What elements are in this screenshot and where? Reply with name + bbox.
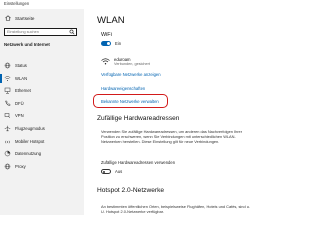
sidebar-item-data-usage[interactable]: Datennutzung	[0, 148, 84, 161]
home-icon	[5, 15, 11, 21]
sidebar-item-hotspot[interactable]: Mobiler Hotspot	[0, 136, 84, 149]
sidebar-item-proxy[interactable]: Proxy	[0, 161, 84, 174]
airplane-icon	[4, 125, 11, 132]
sidebar-item-status[interactable]: Status	[0, 60, 84, 73]
main-content: WLAN WiFi Ein eduroam Verbunden, gesiche…	[84, 9, 300, 215]
show-available-networks-link[interactable]: Verfügbare Netzwerke anzeigen	[101, 72, 161, 77]
vpn-icon	[4, 112, 11, 119]
sidebar: Startseite Netzwerk und Internet Status	[0, 9, 84, 215]
toggle-knob	[107, 42, 110, 45]
phone-icon	[4, 100, 11, 107]
network-status: Verbunden, gesichert	[114, 62, 150, 66]
search-input[interactable]	[5, 29, 69, 35]
search-box[interactable]	[4, 28, 77, 36]
random-hw-toggle-state: Aus	[115, 169, 123, 174]
random-hw-toggle[interactable]	[101, 169, 111, 174]
sidebar-item-wlan[interactable]: WLAN	[0, 73, 84, 86]
sidebar-nav: Status WLAN Ethernet DFÜ VPN Flugzeugmod…	[0, 60, 84, 173]
wifi-toggle[interactable]	[101, 41, 111, 46]
wifi-label: WiFi	[101, 32, 112, 38]
sidebar-item-label: Datennutzung	[15, 151, 42, 157]
globe-icon	[4, 163, 11, 170]
page-title: WLAN	[97, 15, 125, 26]
sidebar-section-title: Netzwerk und Internet	[4, 42, 50, 47]
sidebar-item-label: Ethernet	[15, 88, 31, 94]
sidebar-home[interactable]: Startseite	[0, 13, 84, 24]
wifi-signal-icon	[101, 58, 110, 65]
sidebar-item-label: Flugzeugmodus	[15, 125, 45, 131]
home-label: Startseite	[15, 16, 35, 21]
settings-window: Einstellungen Startseite Netzwerk und In…	[0, 0, 300, 215]
random-hw-title: Zufällige Hardwareadressen	[97, 115, 180, 122]
sidebar-item-label: DFÜ	[15, 100, 24, 106]
random-hw-description: Verwenden Sie zufällige Hardwareadressen…	[101, 129, 243, 145]
search-icon[interactable]	[69, 29, 75, 35]
sidebar-item-label: Proxy	[15, 163, 26, 169]
hotspot-description: An bestimmten öffentlichen Orten, beispi…	[101, 204, 250, 215]
sidebar-item-airplane[interactable]: Flugzeugmodus	[0, 123, 84, 136]
toggle-knob	[102, 170, 105, 173]
hotspot-title: Hotspot 2.0-Netzwerke	[97, 187, 165, 194]
wifi-icon	[4, 75, 11, 82]
random-hw-toggle-label: Zufällige Hardwareadressen verwenden	[101, 160, 176, 165]
hotspot-icon	[4, 138, 11, 145]
network-entry[interactable]: eduroam Verbunden, gesichert	[101, 57, 281, 71]
ethernet-icon	[4, 87, 11, 94]
manage-known-networks-link[interactable]: Bekannte Netzwerke verwalten	[101, 99, 159, 104]
sidebar-item-dfu[interactable]: DFÜ	[0, 98, 84, 111]
window-title: Einstellungen	[4, 1, 30, 6]
sidebar-item-label: VPN	[15, 113, 24, 119]
title-bar: Einstellungen	[0, 0, 300, 9]
sidebar-item-label: WLAN	[15, 75, 28, 81]
sidebar-item-ethernet[interactable]: Ethernet	[0, 85, 84, 98]
sidebar-item-label: Mobiler Hotspot	[15, 138, 45, 144]
active-indicator	[0, 73, 2, 83]
globe-icon	[4, 62, 11, 69]
data-usage-icon	[4, 150, 11, 157]
sidebar-item-label: Status	[15, 63, 27, 68]
sidebar-item-vpn[interactable]: VPN	[0, 110, 84, 123]
hardware-properties-link[interactable]: Hardwareeigenschaften	[101, 86, 145, 91]
wifi-toggle-state: Ein	[115, 41, 122, 46]
